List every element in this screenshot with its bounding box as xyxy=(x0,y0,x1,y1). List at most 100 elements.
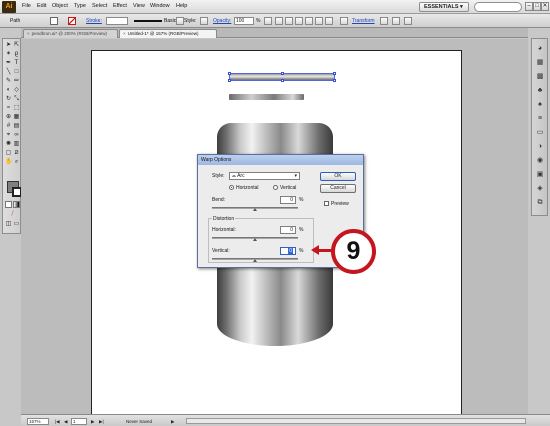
free-transform-tool-icon[interactable]: ⬚ xyxy=(13,105,20,112)
anchor-point[interactable] xyxy=(281,72,284,75)
magic-wand-tool-icon[interactable]: ✶ xyxy=(5,51,12,58)
selection-tool-icon[interactable]: ➤ xyxy=(5,42,12,49)
vertical-slider-thumb[interactable] xyxy=(253,259,257,262)
minimize-button[interactable]: – xyxy=(525,2,533,11)
gradient-tool-icon[interactable]: ▤ xyxy=(13,123,20,130)
vertical-radio-label[interactable]: Vertical xyxy=(280,185,296,191)
first-artboard-icon[interactable]: |◀ xyxy=(55,419,60,425)
horizontal-slider-thumb[interactable] xyxy=(253,238,257,241)
symbols-panel-icon[interactable]: ♠ xyxy=(536,101,544,109)
stroke-profile-preview[interactable] xyxy=(134,20,162,22)
anchor-point[interactable] xyxy=(228,72,231,75)
menu-view[interactable]: View xyxy=(133,3,145,9)
last-artboard-icon[interactable]: ▶| xyxy=(99,419,104,425)
pencil-tool-icon[interactable]: ✏ xyxy=(13,78,20,85)
lasso-tool-icon[interactable]: ϱ xyxy=(13,51,20,58)
envelope-icon[interactable] xyxy=(392,17,400,25)
search-input[interactable] xyxy=(474,2,522,12)
color-mode-icon[interactable] xyxy=(5,201,12,208)
gradient-mode-icon[interactable] xyxy=(13,201,20,208)
line-tool-icon[interactable]: ╲ xyxy=(5,69,12,76)
zoom-tool-icon[interactable]: ⌕ xyxy=(13,159,20,166)
brush-dropdown-icon[interactable] xyxy=(176,17,184,25)
menu-file[interactable]: File xyxy=(22,3,31,9)
stroke-link[interactable]: Stroke: xyxy=(86,18,102,24)
slice-tool-icon[interactable]: ⧄ xyxy=(13,150,20,157)
graphic-styles-panel-icon[interactable]: ▣ xyxy=(536,171,544,179)
anchor-point[interactable] xyxy=(228,79,231,82)
align-right-icon[interactable] xyxy=(295,17,303,25)
tab-close-icon[interactable]: × xyxy=(123,31,126,36)
maximize-button[interactable]: □ xyxy=(533,2,541,11)
panel-menu-icon[interactable] xyxy=(404,17,412,25)
swatches-panel-icon[interactable]: ▩ xyxy=(536,73,544,81)
preview-label[interactable]: Preview xyxy=(331,201,349,207)
align-icon[interactable] xyxy=(264,17,272,25)
menu-window[interactable]: Window xyxy=(150,3,170,9)
workspace-switcher[interactable]: ESSENTIALS ▾ xyxy=(419,2,469,12)
anchor-point[interactable] xyxy=(333,72,336,75)
warp-tool-icon[interactable]: ≈ xyxy=(5,105,12,112)
previous-artboard-icon[interactable]: ◀ xyxy=(64,419,67,425)
opacity-link[interactable]: Opacity: xyxy=(213,18,231,24)
artboard-number-field[interactable]: 1 xyxy=(71,418,87,425)
mesh-tool-icon[interactable]: # xyxy=(5,123,12,130)
brushes-panel-icon[interactable]: ♣ xyxy=(536,87,544,95)
close-button[interactable]: ✕ xyxy=(541,2,549,11)
color-guide-panel-icon[interactable]: ▦ xyxy=(536,59,544,67)
align-left-icon[interactable] xyxy=(275,17,283,25)
vertical-radio[interactable] xyxy=(273,185,278,190)
preview-checkbox[interactable] xyxy=(324,201,329,206)
artboards-panel-icon[interactable]: ⧉ xyxy=(536,199,544,207)
warp-style-select[interactable]: ⌓ Arc ▾ xyxy=(229,172,300,180)
horizontal-radio[interactable] xyxy=(229,185,234,190)
shape-builder-tool-icon[interactable]: ⊕ xyxy=(5,114,12,121)
screen-mode-icon[interactable]: ▭ xyxy=(13,221,20,228)
cancel-button[interactable]: Cancel xyxy=(320,184,356,193)
drawing-mode-icon[interactable]: ◫ xyxy=(5,221,12,228)
bend-slider-thumb[interactable] xyxy=(253,208,257,211)
pen-tool-icon[interactable]: ✒ xyxy=(5,60,12,67)
horizontal-scrollbar[interactable] xyxy=(186,418,526,424)
menu-object[interactable]: Object xyxy=(52,3,68,9)
align-top-icon[interactable] xyxy=(305,17,313,25)
anchor-point[interactable] xyxy=(333,79,336,82)
perspective-grid-tool-icon[interactable]: ▦ xyxy=(13,114,20,121)
menu-select[interactable]: Select xyxy=(92,3,107,9)
anchor-point[interactable] xyxy=(281,79,284,82)
hand-tool-icon[interactable]: ✋ xyxy=(5,159,12,166)
fill-swatch[interactable] xyxy=(50,17,58,25)
stroke-weight-field[interactable] xyxy=(106,17,128,25)
next-artboard-icon[interactable]: ▶ xyxy=(91,419,94,425)
stroke-panel-icon[interactable]: ≡ xyxy=(536,115,544,123)
metallic-band-object[interactable] xyxy=(229,94,304,100)
status-menu-icon[interactable]: ▶ xyxy=(171,419,174,425)
isolate-icon[interactable] xyxy=(380,17,388,25)
align-bottom-icon[interactable] xyxy=(325,17,333,25)
stroke-swatch[interactable] xyxy=(68,17,76,25)
paintbrush-tool-icon[interactable]: ✎ xyxy=(5,78,12,85)
appearance-panel-icon[interactable]: ◉ xyxy=(536,157,544,165)
bend-field[interactable]: 0 xyxy=(280,196,296,204)
artboard-tool-icon[interactable]: ▢ xyxy=(5,150,12,157)
menu-type[interactable]: Type xyxy=(74,3,86,9)
menu-edit[interactable]: Edit xyxy=(37,3,46,9)
menu-effect[interactable]: Effect xyxy=(113,3,127,9)
eraser-tool-icon[interactable]: ◇ xyxy=(13,87,20,94)
layers-panel-icon[interactable]: ◈ xyxy=(536,185,544,193)
zoom-field[interactable]: 157% xyxy=(27,418,49,425)
horizontal-distortion-field[interactable]: 0 xyxy=(280,226,296,234)
ok-button[interactable]: OK xyxy=(320,172,356,181)
symbol-sprayer-tool-icon[interactable]: ✺ xyxy=(5,141,12,148)
rotate-tool-icon[interactable]: ↻ xyxy=(5,96,12,103)
blend-tool-icon[interactable]: ∞ xyxy=(13,132,20,139)
tab-untitled-1[interactable]: × Untitled-1* @ 157% (RGB/Preview) xyxy=(119,29,217,38)
opacity-field[interactable]: 100 xyxy=(234,17,254,25)
brush-style-label[interactable]: Basic xyxy=(164,18,176,24)
horizontal-radio-label[interactable]: Horizontal xyxy=(236,185,259,191)
direct-selection-tool-icon[interactable]: ⇱ xyxy=(13,42,20,49)
transparency-panel-icon[interactable]: ◑ xyxy=(536,143,544,151)
vertical-distortion-field[interactable]: 0 xyxy=(280,247,296,255)
graphic-style-swatch[interactable] xyxy=(200,17,208,25)
blob-brush-tool-icon[interactable]: ◐ xyxy=(5,87,12,94)
